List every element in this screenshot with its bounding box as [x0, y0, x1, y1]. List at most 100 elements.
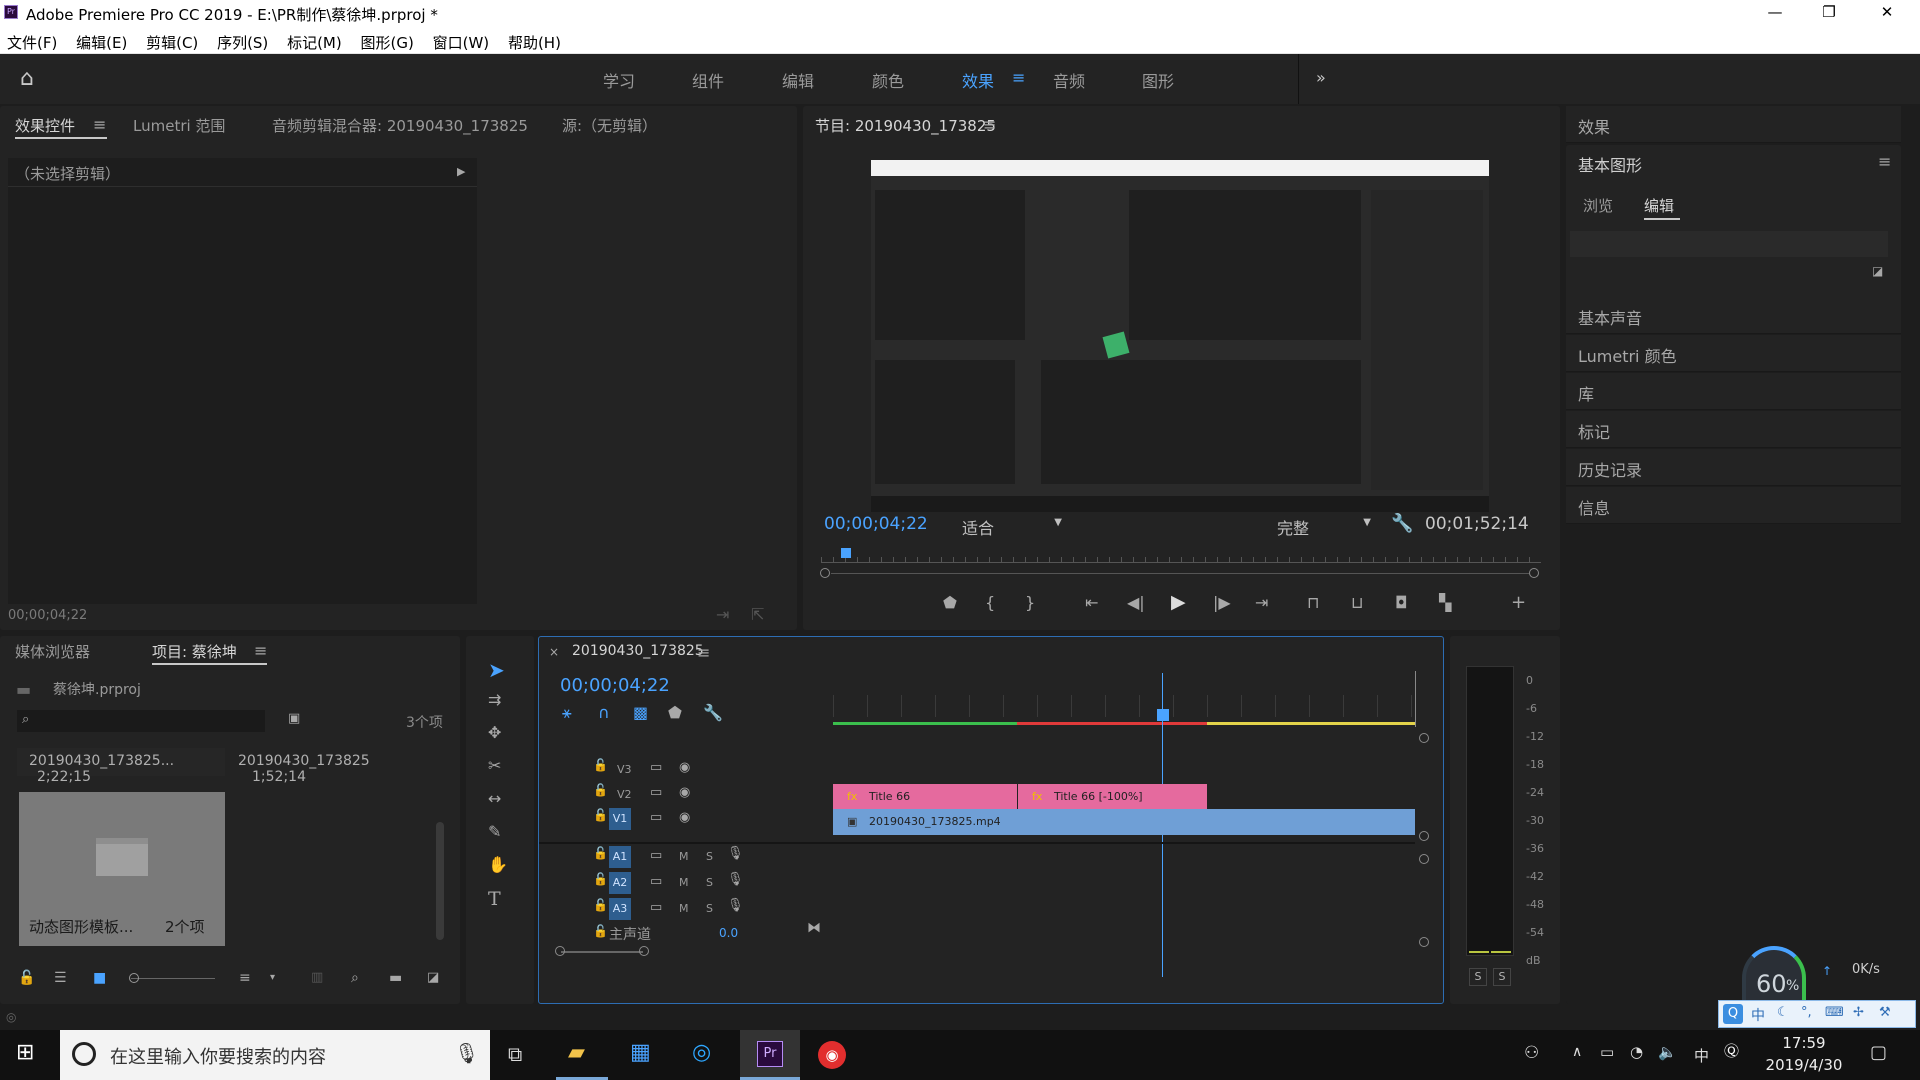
video-clip[interactable]: ▣ 20190430_173825.mp4	[833, 809, 1415, 835]
wrench-icon[interactable]: 🔧	[703, 705, 723, 721]
mark-out-icon[interactable]: }	[1025, 595, 1035, 611]
add-marker-icon[interactable]: ⬟	[943, 595, 957, 611]
eye-icon[interactable]: ◉	[679, 761, 690, 774]
panel-menu-icon[interactable]: ≡	[93, 117, 106, 133]
tab-edit[interactable]: 编辑	[1644, 195, 1674, 216]
monitor-playhead[interactable]	[841, 548, 851, 558]
zoom-handle[interactable]	[1529, 568, 1539, 578]
panel-menu-icon[interactable]: ≡	[254, 643, 267, 659]
project-search-input[interactable]: ⌕	[17, 710, 265, 732]
right-panel-item-basic-sound[interactable]: 基本声音	[1566, 297, 1901, 334]
lock-icon[interactable]: 🔓	[593, 809, 608, 821]
nest-icon[interactable]: ⚹	[562, 705, 572, 721]
linked-selection-icon[interactable]: ▩	[633, 705, 648, 721]
mute-button[interactable]: M	[679, 902, 689, 915]
automate-icon[interactable]: ▥	[311, 971, 323, 984]
fit-dropdown[interactable]: 适合 ▼	[962, 515, 1068, 539]
workspace-effects[interactable]: 效果	[962, 68, 994, 92]
play-icon[interactable]: ▶	[1171, 593, 1186, 612]
volume-icon[interactable]: 🔈	[1658, 1045, 1677, 1060]
timeline-playhead-head[interactable]	[1157, 709, 1169, 721]
title-clip-1[interactable]: fx Title 66	[833, 784, 1017, 810]
workspace-overflow-icon[interactable]: »	[1316, 68, 1326, 87]
browser-icon[interactable]: ◎	[692, 1042, 711, 1064]
track-a1-target[interactable]: A1	[609, 846, 631, 868]
lock-icon[interactable]: 🔓	[593, 925, 608, 937]
menu-edit[interactable]: 编辑(E)	[76, 34, 127, 52]
tab-media-browser[interactable]: 媒体浏览器	[15, 641, 90, 662]
microphone-icon[interactable]: 🎙	[454, 1041, 479, 1065]
sequence-tab[interactable]: 20190430_173825	[572, 643, 704, 659]
solo-button[interactable]: S	[706, 902, 713, 915]
lock-icon[interactable]: 🔓	[593, 784, 608, 796]
notification-icon[interactable]: ▢	[1870, 1044, 1887, 1062]
right-panel-item-info[interactable]: 信息	[1566, 487, 1901, 524]
vertical-zoom-handle[interactable]	[1419, 854, 1429, 864]
share-icon[interactable]: ⇱	[751, 607, 764, 623]
sync-lock-icon[interactable]: ▭	[650, 901, 662, 914]
tab-browse[interactable]: 浏览	[1583, 195, 1613, 216]
minimize-button[interactable]: —	[1760, 3, 1790, 21]
close-button[interactable]: ✕	[1872, 3, 1902, 21]
right-panel-item-lumetri-color[interactable]: Lumetri 颜色	[1566, 335, 1901, 372]
workspace-editing[interactable]: 编辑	[782, 68, 814, 92]
project-item[interactable]: 20190430_173825... 2;22;15	[17, 748, 225, 785]
track-a3-target[interactable]: A3	[609, 898, 631, 920]
microphone-icon[interactable]: 🎙	[727, 847, 744, 860]
lock-icon[interactable]: 🔓	[593, 899, 608, 911]
track-a2-target[interactable]: A2	[609, 872, 631, 894]
music-app-icon[interactable]: ◉	[818, 1041, 846, 1069]
zoom-slider-handle[interactable]	[129, 973, 139, 983]
add-marker-icon[interactable]: ⬟	[668, 705, 682, 721]
sync-lock-icon[interactable]: ▭	[650, 761, 662, 774]
windows-start-icon[interactable]: ⊞	[16, 1042, 34, 1064]
folder-thumbnail[interactable]: 动态图形模板... 2个项	[19, 792, 225, 946]
network-icon[interactable]: ◔	[1630, 1045, 1643, 1060]
extract-icon[interactable]: ⊔	[1351, 595, 1363, 611]
lift-icon[interactable]: ⊓	[1307, 595, 1319, 611]
menu-clip[interactable]: 剪辑(C)	[146, 34, 198, 52]
battery-icon[interactable]: ▭	[1600, 1045, 1614, 1060]
track-select-tool-icon[interactable]: ⇉	[488, 692, 501, 708]
master-volume-value[interactable]: 0.0	[719, 926, 738, 940]
sync-lock-icon[interactable]: ▭	[650, 786, 662, 799]
right-panel-item-markers[interactable]: 标记	[1566, 411, 1901, 448]
snap-magnet-icon[interactable]: ∩	[598, 705, 610, 721]
timeline-timecode[interactable]: 00;00;04;22	[560, 675, 670, 696]
store-icon[interactable]: ▦	[630, 1042, 651, 1064]
home-icon[interactable]: ⌂	[20, 68, 34, 90]
panel-menu-icon[interactable]: ≡	[1878, 154, 1891, 170]
menu-help[interactable]: 帮助(H)	[508, 34, 561, 52]
chevron-down-icon[interactable]: ▾	[270, 973, 275, 983]
premiere-taskbar-button[interactable]: Pr	[740, 1030, 800, 1080]
lock-icon[interactable]: 🔓	[18, 971, 35, 985]
sync-lock-icon[interactable]: ▭	[650, 849, 662, 862]
workspace-menu-icon[interactable]: ≡	[1012, 68, 1025, 87]
quality-dropdown[interactable]: 完整 ▼	[1277, 515, 1377, 539]
workspace-assembly[interactable]: 组件	[692, 68, 724, 92]
go-to-in-icon[interactable]: ⇤	[1085, 595, 1098, 611]
tab-effect-controls[interactable]: 效果控件	[15, 115, 75, 136]
panel-menu-icon[interactable]: ≡	[983, 117, 996, 133]
track-v2-label[interactable]: V2	[617, 788, 632, 801]
menu-window[interactable]: 窗口(W)	[433, 34, 490, 52]
sync-lock-icon[interactable]: ▭	[650, 811, 662, 824]
track-v1-target[interactable]: V1	[609, 808, 631, 830]
zoom-handle[interactable]	[820, 568, 830, 578]
task-view-icon[interactable]: ⧉	[508, 1044, 522, 1064]
workspace-color[interactable]: 颜色	[872, 68, 904, 92]
sync-lock-icon[interactable]: ▭	[650, 875, 662, 888]
add-button-icon[interactable]: +	[1511, 594, 1526, 612]
ripple-edit-tool-icon[interactable]: ✥	[488, 725, 501, 741]
camera-icon[interactable]: ◘	[1395, 595, 1408, 611]
workspace-graphics[interactable]: 图形	[1142, 68, 1174, 92]
eye-icon[interactable]: ◉	[679, 786, 690, 799]
mark-in-icon[interactable]: {	[985, 595, 995, 611]
new-bin-from-search-icon[interactable]: ▣	[288, 712, 300, 725]
workspace-audio[interactable]: 音频	[1053, 68, 1085, 92]
project-scrollbar[interactable]	[436, 822, 444, 940]
eye-icon[interactable]: ◉	[679, 811, 690, 824]
lock-icon[interactable]: 🔓	[593, 873, 608, 885]
file-explorer-icon[interactable]: ▰	[568, 1042, 585, 1064]
project-item[interactable]: 20190430_173825 1;52;14	[226, 748, 434, 785]
